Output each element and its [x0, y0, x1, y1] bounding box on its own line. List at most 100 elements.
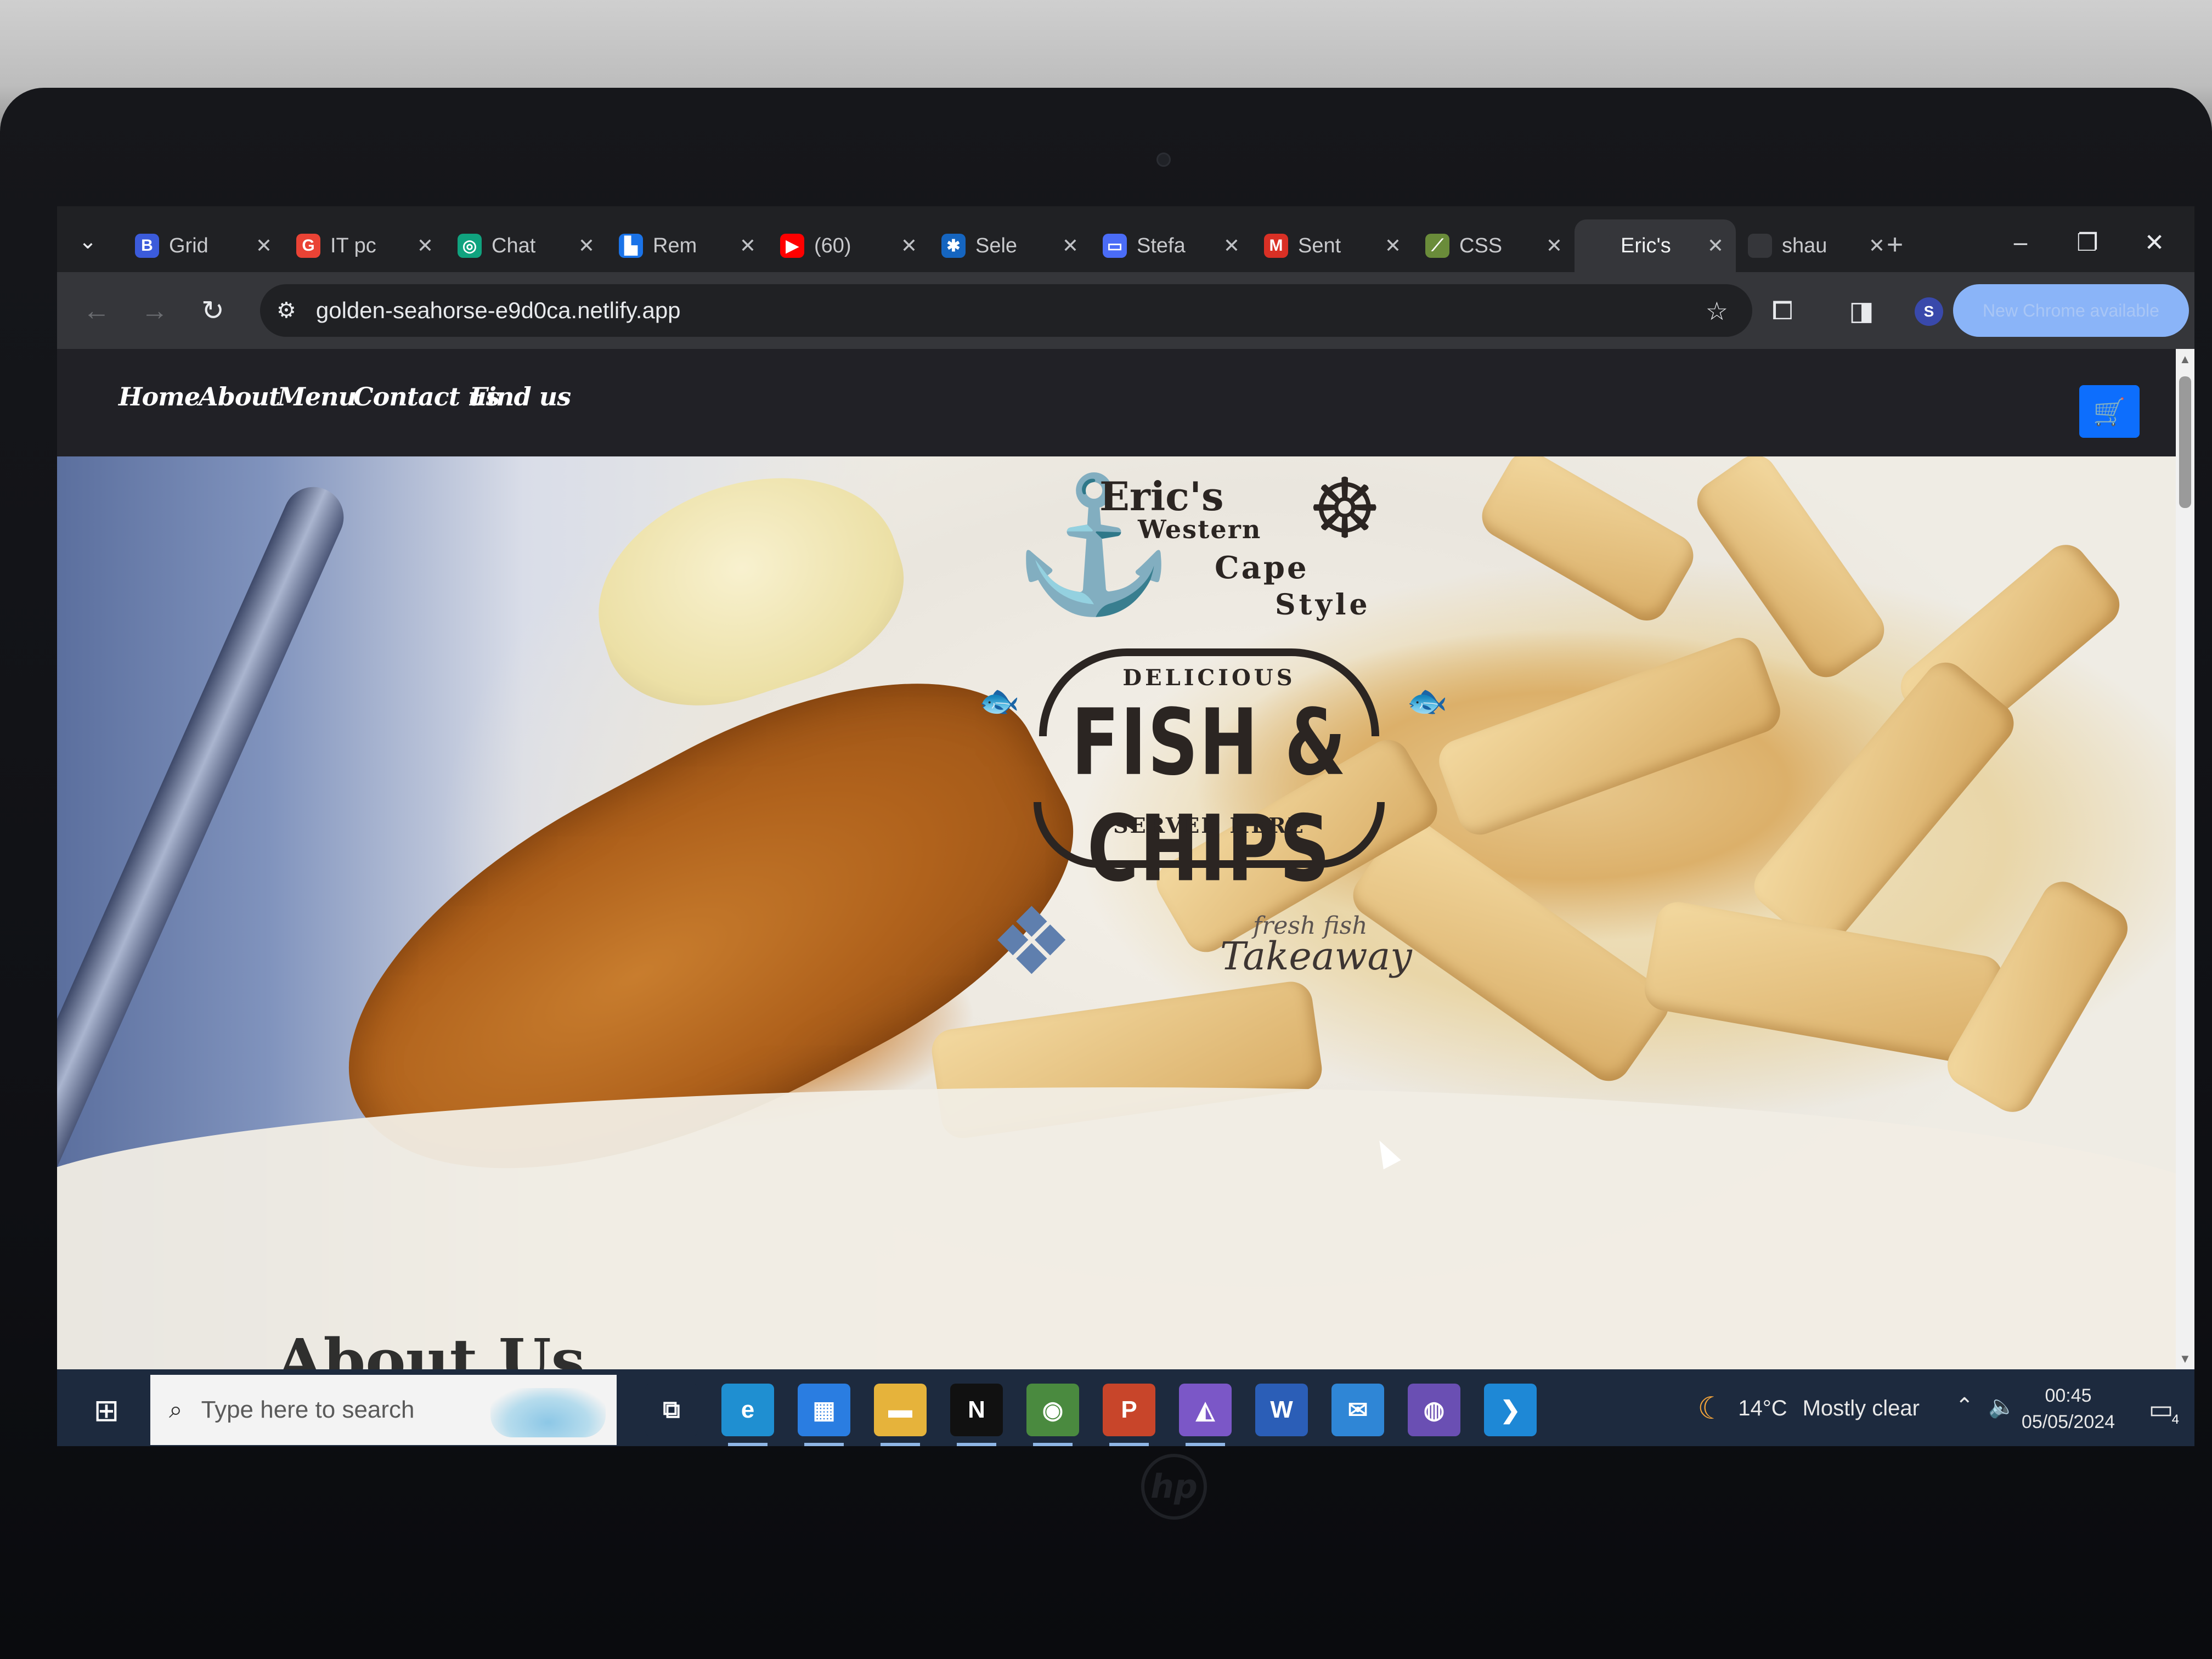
tab-strip: ⌄ B Grid ✕ G IT pc ✕ ◎ Chat ✕ ▙ Rem ✕ ▶ (60) ✕ ✱ Sele ✕ ▭ S… [57, 206, 2194, 272]
tab-favicon-icon: ▶ [780, 234, 804, 258]
side-panel-icon[interactable]: ◨ [1842, 292, 1881, 330]
minimize-button[interactable]: – [1996, 226, 2045, 259]
netflix-taskbar-icon[interactable]: N [950, 1384, 1003, 1446]
notification-center-icon[interactable]: ▭ 4 [2142, 1390, 2180, 1429]
tab-favicon-icon: B [135, 234, 159, 258]
ship-wheel-icon: ☸ [1308, 462, 1382, 555]
nav-about[interactable]: About [199, 382, 280, 411]
tab-close-icon[interactable]: ✕ [256, 234, 272, 257]
tray-chevron-icon[interactable]: ⌃ [1955, 1393, 1974, 1419]
tab-close-icon[interactable]: ✕ [1385, 234, 1401, 257]
site-settings-icon[interactable]: ⚙ [276, 298, 296, 323]
reload-button[interactable]: ↻ [195, 293, 230, 328]
visual-studio-taskbar-icon[interactable]: ◭ [1179, 1384, 1232, 1446]
browser-tab[interactable]: ✱ Sele ✕ [929, 219, 1091, 272]
profile-avatar[interactable]: S [1915, 297, 1943, 326]
page-scrollbar[interactable]: ▲ ▼ [2176, 349, 2194, 1369]
tab-close-icon[interactable]: ✕ [1223, 234, 1240, 257]
system-clock[interactable]: 00:45 05/05/2024 [2013, 1383, 2123, 1435]
tab-search-chevron-icon[interactable]: ⌄ [72, 226, 103, 257]
browser-tab[interactable]: G IT pc ✕ [284, 219, 445, 272]
nav-menu[interactable]: Menu [278, 382, 357, 411]
logo-line-western: Western [1138, 515, 1262, 544]
search-placeholder: Type here to search [201, 1396, 415, 1423]
back-button[interactable]: ← [79, 293, 114, 328]
browser-tab[interactable]: Eric's ✕ [1575, 219, 1736, 272]
restore-button[interactable]: ❐ [2063, 226, 2112, 259]
taskbar-search[interactable]: ⌕ Type here to search [150, 1375, 617, 1445]
clock-date: 05/05/2024 [2021, 1412, 2115, 1432]
chrome-taskbar-icon[interactable]: ◉ [1026, 1384, 1079, 1446]
fish-sketch-icon: ❖ [990, 890, 1074, 994]
hero-image: ⚓ ☸ Eric's Western Cape Style 🐟 🐟 DELICI… [57, 441, 2194, 1369]
tab-favicon-icon: G [296, 234, 320, 258]
logo-delicious: DELICIOUS [1122, 665, 1296, 691]
tab-title: (60) [814, 234, 851, 257]
tab-close-icon[interactable]: ✕ [1546, 234, 1562, 257]
browser-toolbar: ← → ↻ ⚙ golden-seahorse-e9d0ca.netlify.a… [57, 272, 2194, 349]
tab-close-icon[interactable]: ✕ [578, 234, 595, 257]
browser-tab[interactable]: B Grid ✕ [123, 219, 284, 272]
cutlery-image [57, 477, 353, 1204]
about-heading-peek: About Us [276, 1325, 585, 1369]
tab-close-icon[interactable]: ✕ [1062, 234, 1079, 257]
github-taskbar-icon[interactable]: ◍ [1408, 1384, 1460, 1436]
cart-icon: 🛒 [2093, 397, 2126, 427]
weather-icon: ☾ [1697, 1391, 1725, 1425]
browser-tab[interactable]: ◎ Chat ✕ [445, 219, 607, 272]
weather-widget[interactable]: ☾ 14°C Mostly clear [1697, 1390, 1920, 1426]
forward-button[interactable]: → [137, 293, 172, 328]
scroll-down-arrow-icon[interactable]: ▼ [2179, 1352, 2191, 1366]
nav-find-us[interactable]: Find us [470, 382, 571, 411]
logo-bottom-arc [1034, 802, 1385, 868]
tab-title: Grid [169, 234, 208, 257]
scroll-thumb[interactable] [2179, 376, 2191, 508]
new-tab-button[interactable]: + [1878, 228, 1911, 261]
notification-count: 4 [2171, 1412, 2179, 1427]
chrome-update-button[interactable]: New Chrome available [1953, 284, 2189, 337]
close-window-button[interactable]: ✕ [2130, 226, 2179, 259]
weather-desc: Mostly clear [1802, 1396, 1920, 1420]
volume-icon[interactable]: 🔈 [1988, 1393, 2016, 1419]
store-taskbar-icon[interactable]: ▦ [798, 1384, 850, 1446]
nav-home[interactable]: Home [119, 382, 200, 411]
webcam [1156, 153, 1171, 167]
tab-close-icon[interactable]: ✕ [740, 234, 756, 257]
tab-favicon-icon [1587, 234, 1611, 258]
tab-title: IT pc [330, 234, 376, 257]
mail-taskbar-icon[interactable]: ✉ [1331, 1384, 1384, 1436]
tab-title: Stefa [1137, 234, 1186, 257]
tab-favicon-icon: ▙ [619, 234, 643, 258]
cart-button[interactable]: 🛒 [2079, 385, 2140, 438]
browser-tab[interactable]: shau ✕ [1736, 219, 1897, 272]
tab-favicon-icon: ◎ [458, 234, 482, 258]
tab-close-icon[interactable]: ✕ [901, 234, 917, 257]
scroll-up-arrow-icon[interactable]: ▲ [2179, 352, 2191, 366]
browser-tab[interactable]: ▶ (60) ✕ [768, 219, 929, 272]
laptop-screen: ⌄ B Grid ✕ G IT pc ✕ ◎ Chat ✕ ▙ Rem ✕ ▶ (60) ✕ ✱ Sele ✕ ▭ S… [57, 206, 2194, 1446]
word-taskbar-icon[interactable]: W [1255, 1384, 1308, 1436]
bookmark-star-icon[interactable]: ☆ [1706, 296, 1728, 326]
task-view-taskbar-icon[interactable]: ⧉ [645, 1384, 698, 1436]
address-bar[interactable]: ⚙ golden-seahorse-e9d0ca.netlify.app ☆ [260, 284, 1752, 337]
tab-favicon-icon: ▭ [1103, 234, 1127, 258]
browser-tab[interactable]: ▭ Stefa ✕ [1091, 219, 1252, 272]
tab-favicon-icon: ⟋ [1425, 234, 1449, 258]
tab-title: shau [1782, 234, 1827, 257]
tab-close-icon[interactable]: ✕ [417, 234, 433, 257]
powerpoint-taskbar-icon[interactable]: P [1103, 1384, 1155, 1446]
vscode-taskbar-icon[interactable]: ❯ [1484, 1384, 1537, 1436]
browser-tab[interactable]: ⟋ CSS ✕ [1413, 219, 1575, 272]
browser-tab[interactable]: M Sent ✕ [1252, 219, 1413, 272]
windows-taskbar: ⊞ ⌕ Type here to search ⧉ e ▦ ▬ N ◉ P ◭ W ✉ ◍ ❯ ☾ 1… [57, 1369, 2194, 1446]
tab-title: Eric's [1621, 234, 1671, 257]
tab-title: Sele [975, 234, 1018, 257]
tab-title: Rem [653, 234, 697, 257]
extensions-icon[interactable]: ⧠ [1763, 292, 1802, 330]
browser-tab[interactable]: ▙ Rem ✕ [607, 219, 768, 272]
tab-close-icon[interactable]: ✕ [1707, 234, 1724, 257]
start-button[interactable]: ⊞ [79, 1386, 134, 1435]
hp-logo: hp [1141, 1454, 1207, 1520]
edge-taskbar-icon[interactable]: e [721, 1384, 774, 1446]
file-explorer-taskbar-icon[interactable]: ▬ [874, 1384, 927, 1446]
